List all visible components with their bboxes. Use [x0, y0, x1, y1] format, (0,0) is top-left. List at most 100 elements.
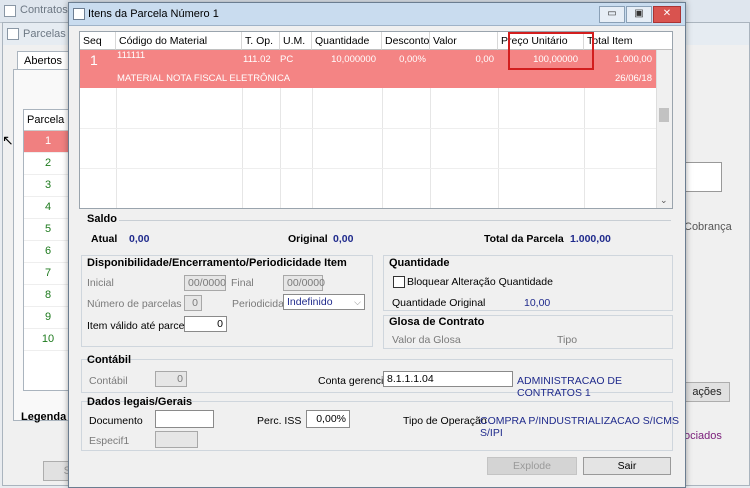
chevron-down-icon: ⌵ — [354, 297, 361, 307]
parcela-row[interactable]: 4 — [24, 197, 72, 219]
grid-line — [312, 88, 313, 208]
contabil-title: Contábil — [87, 354, 131, 366]
col-header-total-item[interactable]: Total Item — [584, 32, 672, 50]
mouse-cursor-icon: ↖ — [2, 132, 14, 148]
explode-button[interactable]: Explode — [487, 457, 577, 475]
parcela-row[interactable]: 8 — [24, 285, 72, 307]
col-header-top[interactable]: T. Op. — [242, 32, 280, 50]
chevron-down-icon[interactable]: ⌄ — [660, 195, 668, 206]
cobranca-label: Cobrança — [684, 221, 732, 233]
grid-line — [584, 88, 585, 208]
sair-button[interactable]: Sair — [583, 457, 671, 475]
saldo-original-label: Original — [288, 233, 328, 245]
parcela-row[interactable]: 5 — [24, 219, 72, 241]
dados-legais-title: Dados legais/Gerais — [87, 396, 193, 408]
total-parcela-value: 1.000,00 — [570, 233, 611, 245]
especif1-label: Especif1 — [89, 435, 130, 447]
parcela-row[interactable]: 3 — [24, 175, 72, 197]
grid-line — [80, 168, 656, 169]
saldo-title: Saldo — [87, 213, 117, 225]
parcela-row[interactable]: 1 — [24, 131, 72, 153]
item-valido-label: Item válido até parcela — [87, 320, 193, 332]
grid-line — [116, 88, 117, 208]
quantidade-original-label: Quantidade Original — [392, 297, 486, 309]
documento-field[interactable] — [155, 410, 214, 428]
dialog-titlebar: Itens da Parcela Número 1 ▭ ▣ ✕ — [69, 3, 685, 26]
scrollbar-thumb[interactable] — [659, 108, 669, 122]
parcela-row[interactable]: 6 — [24, 241, 72, 263]
itens-parcela-dialog: Itens da Parcela Número 1 ▭ ▣ ✕ Seq Códi… — [68, 2, 686, 488]
app-icon — [4, 5, 16, 17]
tab-abertos[interactable]: Abertos — [17, 51, 69, 70]
glosa-title: Glosa de Contrato — [389, 316, 485, 328]
bloquear-checkbox[interactable] — [393, 276, 405, 288]
background-text-field[interactable] — [682, 162, 722, 192]
inicial-field[interactable]: 00/0000 — [184, 275, 226, 291]
total-parcela-label: Total da Parcela — [484, 233, 564, 245]
tipo-operacao-label: Tipo de Operação — [403, 415, 487, 427]
conta-gerencial-label: Conta gerencial — [318, 375, 392, 387]
especif1-field[interactable] — [155, 431, 198, 448]
bloquear-label[interactable]: Bloquear Alteração Quantidade — [407, 276, 553, 288]
cell-valor-desconto: 0,00 — [475, 54, 495, 65]
cell-codigo: 111111 — [117, 50, 146, 61]
contabil-label: Contábil — [89, 375, 128, 387]
acoes-button[interactable]: ações — [684, 382, 730, 402]
divider — [119, 220, 671, 221]
cell-descricao: MATERIAL NOTA FISCAL ELETRÔNICA — [117, 73, 291, 84]
col-header-valor-desconto[interactable]: Valor Desconto — [430, 32, 498, 65]
background-window-title: Contratos — [20, 4, 68, 16]
grid-line — [498, 88, 499, 208]
grid-scrollbar[interactable]: ⌄ — [656, 50, 672, 208]
associados-link[interactable]: ociados — [684, 430, 722, 442]
conta-gerencial-desc: ADMINISTRACAO DE CONTRATOS 1 — [517, 375, 623, 399]
cell-total-item: 1.000,00 — [615, 54, 652, 65]
conta-gerencial-field[interactable]: 8.1.1.1.04 — [383, 371, 513, 387]
saldo-original-value: 0,00 — [333, 233, 354, 245]
final-field[interactable]: 00/0000 — [283, 275, 325, 291]
cell-data: 26/06/18 — [615, 73, 652, 84]
contabil-field[interactable]: 0 — [155, 371, 187, 387]
grid-line — [430, 88, 431, 208]
parcela-row[interactable]: 10 — [24, 329, 72, 351]
parcela-grid: Parcela 1 2 3 4 5 6 7 8 9 10 — [23, 109, 73, 391]
cell-top: 111.02 — [243, 54, 271, 65]
col-header-seq[interactable]: Seq — [80, 32, 116, 50]
tipo-operacao-value: COMPRA P/INDUSTRIALIZACAO S/ICMS S/IPI — [480, 415, 679, 439]
col-header-desconto[interactable]: Desconto — [382, 32, 430, 50]
saldo-atual-value: 0,00 — [129, 233, 150, 245]
parcela-row[interactable]: 9 — [24, 307, 72, 329]
items-grid: Seq Código do Material T. Op. U.M. Quant… — [79, 31, 673, 209]
final-label: Final — [231, 277, 254, 289]
periodicidade-select[interactable]: Indefinido ⌵ — [283, 294, 365, 310]
num-parcelas-field[interactable]: 0 — [184, 295, 202, 311]
tipo-glosa-label: Tipo — [557, 334, 578, 346]
periodicidade-value: Indefinido — [287, 296, 333, 308]
maximize-icon[interactable]: ▣ — [626, 6, 652, 23]
highlight-box — [508, 32, 594, 70]
inicial-label: Inicial — [87, 277, 114, 289]
parcela-row[interactable]: 2 — [24, 153, 72, 175]
grid-line — [242, 88, 243, 208]
quantidade-original-value: 10,00 — [524, 297, 551, 309]
valor-glosa-label: Valor da Glosa — [392, 334, 461, 346]
cell-quantidade: 10,000000 — [331, 54, 376, 65]
quantidade-title: Quantidade — [389, 257, 450, 269]
grid-line — [280, 88, 281, 208]
close-icon[interactable]: ✕ — [653, 6, 681, 23]
parcela-row[interactable]: 7 — [24, 263, 72, 285]
parcela-header: Parcela — [24, 110, 72, 131]
documento-label: Documento — [89, 415, 143, 427]
saldo-atual-label: Atual — [91, 233, 118, 245]
cell-seq: 1 — [90, 52, 98, 68]
perc-iss-label: Perc. ISS — [257, 415, 302, 427]
table-row-detail[interactable]: MATERIAL NOTA FISCAL ELETRÔNICA 26/06/18 — [80, 70, 656, 88]
cell-desconto: 0,00% — [399, 54, 426, 65]
col-header-um[interactable]: U.M. — [280, 32, 312, 50]
dialog-title: Itens da Parcela Número 1 — [88, 8, 219, 20]
perc-iss-field[interactable]: 0,00% — [306, 410, 350, 428]
minimize-icon[interactable]: ▭ — [599, 6, 625, 23]
item-valido-field[interactable]: 0 — [184, 316, 227, 332]
col-header-quantidade[interactable]: Quantidade — [312, 32, 382, 50]
num-parcelas-label: Número de parcelas — [87, 298, 182, 310]
